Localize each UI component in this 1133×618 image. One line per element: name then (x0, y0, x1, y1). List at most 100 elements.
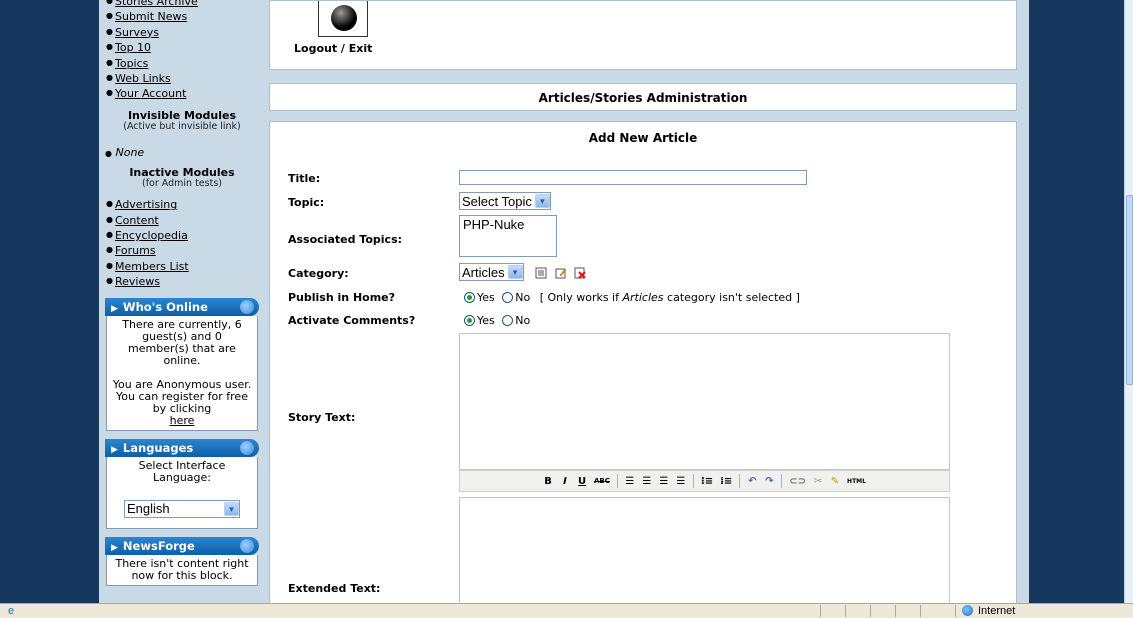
list-item[interactable]: ● Submit News (105, 9, 259, 24)
align-justify-icon[interactable]: ☰ (676, 476, 686, 487)
bold-button[interactable]: B (543, 476, 553, 487)
list-item[interactable]: ● Top 10 (105, 40, 259, 55)
delete-category-icon[interactable] (574, 267, 586, 279)
admin-title-panel: Articles/Stories Administration (269, 83, 1017, 111)
toolbar-separator (616, 474, 618, 488)
undo-icon[interactable]: ↶ (747, 476, 757, 487)
list-item[interactable]: ● Encyclopedia (105, 228, 259, 243)
bullet-icon: ● (106, 276, 113, 286)
chevron-down-icon[interactable]: ▼ (534, 194, 550, 208)
publish-home-label: Publish in Home? (288, 291, 396, 304)
publish-no-radio[interactable] (502, 292, 514, 303)
bullet-icon: ● (106, 88, 113, 98)
list-categories-icon[interactable] (535, 267, 547, 279)
module-link-advertising[interactable]: Advertising (115, 198, 177, 211)
invisible-item-label: None (115, 145, 145, 159)
topic-selected: Select Topic (462, 193, 532, 209)
associated-topics-label: Associated Topics: (288, 233, 403, 246)
italic-button[interactable]: I (560, 476, 570, 487)
bullet-icon: ● (106, 230, 113, 240)
bullet-icon: ● (106, 57, 113, 67)
publish-note-em: Articles (622, 291, 664, 304)
vertical-scrollbar[interactable] (1124, 0, 1133, 603)
extended-text-label: Extended Text: (288, 582, 381, 595)
browser-status-bar: e Internet (0, 603, 1133, 618)
topic-select[interactable]: Select Topic ▼ (459, 192, 551, 210)
link-icon[interactable]: ⊂⊃ (789, 476, 806, 487)
edit-category-icon[interactable] (555, 267, 567, 279)
cleanup-icon[interactable]: ✎ (830, 476, 840, 487)
module-link-members-list[interactable]: Members List (115, 260, 189, 273)
associated-topic-option[interactable]: PHP-Nuke (463, 217, 553, 232)
module-link-surveys[interactable]: Surveys (115, 26, 159, 39)
logout-label[interactable]: Logout / Exit (294, 42, 372, 55)
comments-no-radio[interactable] (502, 315, 514, 326)
module-link-submit-news[interactable]: Submit News (115, 10, 187, 23)
module-link-topics[interactable]: Topics (115, 57, 148, 70)
category-select[interactable]: Articles ▼ (459, 263, 524, 281)
category-selected: Articles (462, 264, 505, 280)
module-link-reviews[interactable]: Reviews (115, 275, 160, 288)
invisible-module-none: ● None (105, 146, 259, 161)
list-item[interactable]: ● Reviews (105, 274, 259, 289)
underline-button[interactable]: U (577, 476, 587, 487)
newsforge-title-text: NewsForge (122, 538, 195, 553)
newsforge-title: ▶ NewsForge (105, 536, 259, 555)
admin-title: Articles/Stories Administration (538, 91, 748, 105)
html-source-button[interactable]: HTML (847, 478, 866, 485)
module-link-web-links[interactable]: Web Links (115, 72, 171, 85)
list-item[interactable]: ● Stories Archive (105, 0, 259, 9)
bullet-icon: ● (105, 148, 112, 158)
bullet-icon: ● (106, 73, 113, 83)
toolbar-separator (781, 474, 783, 488)
chevron-down-icon[interactable]: ▼ (224, 501, 239, 516)
extended-text-editor[interactable] (459, 497, 950, 603)
story-text-editor[interactable] (459, 333, 950, 470)
align-center-icon[interactable]: ☰ (642, 476, 652, 487)
unlink-icon[interactable]: ✂ (813, 476, 823, 487)
module-link-content[interactable]: Content (115, 214, 159, 227)
comments-yes-radio[interactable] (464, 315, 475, 326)
align-right-icon[interactable]: ☰ (659, 476, 669, 487)
bullet-list-icon[interactable]: ⁝≡ (701, 476, 713, 487)
publish-note-pre: [ Only works if (539, 291, 623, 304)
list-item[interactable]: ● Content (105, 213, 259, 228)
bullet-icon: ● (106, 11, 113, 21)
module-link-forums[interactable]: Forums (115, 244, 156, 257)
arrow-right-icon: ▶ (111, 542, 118, 553)
strikethrough-button[interactable]: ABC (594, 477, 610, 485)
list-item[interactable]: ● Topics (105, 56, 259, 71)
module-link-encyclopedia[interactable]: Encyclopedia (115, 229, 188, 242)
inactive-modules-subtitle: (for Admin tests) (142, 178, 222, 190)
list-item[interactable]: ● Forums (105, 243, 259, 258)
list-item[interactable]: ● Members List (105, 259, 259, 274)
whos-online-body: There are currently, 6 guest(s) and 0 me… (106, 315, 258, 431)
register-link[interactable]: here (170, 414, 195, 427)
add-article-title: Add New Article (588, 131, 698, 145)
module-link-top-10[interactable]: Top 10 (115, 41, 151, 54)
module-link-your-account[interactable]: Your Account (115, 87, 186, 100)
add-article-panel: Add New Article Title: Topic: Select Top… (269, 121, 1017, 603)
title-input[interactable] (459, 170, 807, 185)
numbered-list-icon[interactable]: ⁞≡ (720, 476, 732, 487)
list-item[interactable]: ● Web Links (105, 71, 259, 86)
list-item[interactable]: ● Your Account (105, 86, 259, 101)
publish-yes-radio[interactable] (464, 292, 475, 303)
bullet-icon: ● (106, 0, 113, 5)
align-left-icon[interactable]: ☰ (625, 476, 635, 487)
status-divider (845, 605, 846, 617)
list-item[interactable]: ● Advertising (105, 197, 259, 212)
associated-topics-listbox[interactable]: PHP-Nuke (459, 215, 557, 257)
list-item[interactable]: ● Surveys (105, 25, 259, 40)
redo-icon[interactable]: ↷ (764, 476, 774, 487)
scrollbar-thumb[interactable] (1126, 195, 1133, 385)
logout-image[interactable] (318, 1, 368, 37)
language-select[interactable]: English ▼ (124, 499, 240, 518)
bullet-icon: ● (106, 260, 113, 270)
sidebar: ● Stories Archive ● Submit News ● Surveys ●… (105, 0, 259, 603)
languages-text: Select Interface Language: (138, 458, 226, 484)
module-link-stories-archive[interactable]: Stories Archive (115, 0, 198, 8)
chevron-down-icon[interactable]: ▼ (507, 265, 523, 279)
anonymous-text: You are Anonymous user. You can register… (112, 377, 252, 415)
whos-online-title-text: Who's Online (122, 299, 208, 314)
